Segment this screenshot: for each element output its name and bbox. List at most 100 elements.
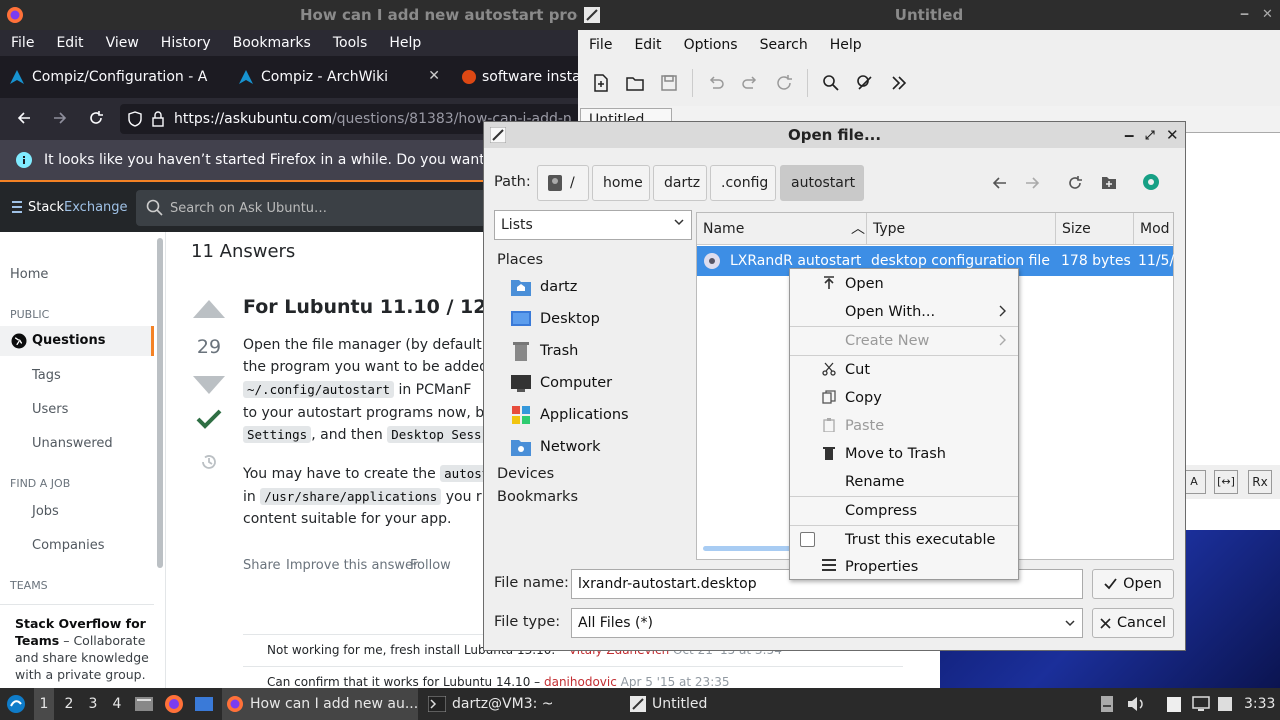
fp-menu-help[interactable]: Help <box>819 37 873 53</box>
column-size[interactable]: Size <box>1056 213 1134 245</box>
horizontal-scrollbar[interactable] <box>703 546 793 551</box>
column-name[interactable]: Name ︿ <box>697 213 867 245</box>
cancel-button[interactable]: Cancel <box>1092 608 1174 638</box>
shield-icon[interactable] <box>128 111 142 127</box>
menu-item-copy[interactable]: Copy <box>790 384 1018 412</box>
task-featherpad[interactable]: Untitled <box>626 688 822 720</box>
column-modified[interactable]: Mod <box>1134 213 1173 245</box>
firefox-launcher[interactable] <box>164 688 184 720</box>
menu-item-trust-executable[interactable]: Trust this executable <box>790 526 1018 554</box>
desktop-switcher-1[interactable]: 1 <box>34 688 54 720</box>
back-arrow-icon[interactable] <box>16 110 32 126</box>
sidebar-item-home[interactable]: Home <box>10 267 48 282</box>
desktop-switcher-3[interactable]: 3 <box>84 688 102 720</box>
place-computer[interactable]: Computer <box>510 373 612 393</box>
clock[interactable]: 3:33 <box>1244 688 1275 720</box>
crumb-root[interactable]: / <box>537 165 589 201</box>
crumb-config[interactable]: .config <box>710 165 776 201</box>
fp-menu-file[interactable]: File <box>578 37 623 53</box>
desktop-switcher-2[interactable]: 2 <box>60 688 78 720</box>
reload-icon[interactable] <box>88 110 104 126</box>
crumb-autostart[interactable]: autostart <box>780 165 864 201</box>
menu-bookmarks[interactable]: Bookmarks <box>222 35 322 51</box>
whole-word-icon[interactable]: [↔] <box>1214 470 1238 494</box>
menu-item-open[interactable]: Open <box>790 270 1018 298</box>
stackexchange-logo[interactable]: StackExchange <box>28 200 128 215</box>
menu-item-compress[interactable]: Compress <box>790 497 1018 525</box>
place-trash[interactable]: Trash <box>510 341 578 361</box>
file-type-select[interactable]: All Files (*) <box>571 608 1083 638</box>
network-tray[interactable] <box>1192 688 1210 720</box>
minimize-icon[interactable]: ‒ <box>1124 122 1134 148</box>
find-icon[interactable] <box>816 68 846 98</box>
more-chevron-icon[interactable] <box>884 68 914 98</box>
shutdown-tray[interactable] <box>1218 688 1232 720</box>
sidebar-scrollbar[interactable] <box>157 238 163 568</box>
fp-menu-search[interactable]: Search <box>749 37 819 53</box>
lock-icon[interactable] <box>152 111 164 127</box>
place-dartz[interactable]: dartz <box>510 277 577 297</box>
close-icon[interactable]: ✕ <box>1262 0 1273 30</box>
place-applications[interactable]: Applications <box>510 405 629 425</box>
close-icon[interactable]: ✕ <box>1166 122 1179 148</box>
regex-icon[interactable]: Rx <box>1248 470 1272 494</box>
place-network[interactable]: Network <box>510 437 601 457</box>
sidebar-item-users[interactable]: Users <box>32 402 68 417</box>
menu-edit[interactable]: Edit <box>45 35 94 51</box>
follow-link[interactable]: Follow <box>410 558 451 573</box>
improve-answer-link[interactable]: Improve this answer <box>286 558 418 573</box>
new-folder-icon[interactable] <box>1101 175 1117 190</box>
menu-item-rename[interactable]: Rename <box>790 468 1018 496</box>
crumb-home[interactable]: home <box>592 165 650 201</box>
crumb-dartz[interactable]: dartz <box>653 165 707 201</box>
maximize-icon[interactable]: ⤢ <box>1145 122 1155 148</box>
place-desktop[interactable]: Desktop <box>510 309 600 329</box>
tab-compiz-archwiki[interactable]: Compiz - ArchWiki ✕ <box>225 56 450 98</box>
menu-item-open-with[interactable]: Open With... <box>790 298 1018 326</box>
sidebar-item-jobs[interactable]: Jobs <box>32 504 59 519</box>
menu-file[interactable]: File <box>0 35 45 51</box>
view-options-icon[interactable] <box>1141 172 1161 192</box>
reload-icon[interactable] <box>1067 175 1083 191</box>
menu-item-properties[interactable]: Properties <box>790 553 1018 581</box>
menu-history[interactable]: History <box>150 35 222 51</box>
new-file-icon[interactable] <box>586 68 616 98</box>
upvote-arrow-icon[interactable] <box>193 300 225 318</box>
history-icon[interactable] <box>199 452 219 472</box>
sidebar-item-companies[interactable]: Companies <box>32 538 105 553</box>
task-firefox[interactable]: How can I add new au... <box>222 688 418 720</box>
comment-user-link[interactable]: danihodovic <box>544 675 617 689</box>
show-desktop-launcher[interactable] <box>194 688 214 720</box>
fp-menu-options[interactable]: Options <box>673 37 749 53</box>
tab-compiz-configuration[interactable]: Compiz/Configuration - A <box>0 56 225 98</box>
menu-tools[interactable]: Tools <box>322 35 379 51</box>
downvote-arrow-icon[interactable] <box>193 376 225 394</box>
menu-help[interactable]: Help <box>378 35 432 51</box>
column-type[interactable]: Type <box>867 213 1056 245</box>
menu-item-create-new[interactable]: Create New <box>790 327 1018 355</box>
places-view-combo[interactable]: Lists <box>494 210 692 240</box>
menu-item-move-to-trash[interactable]: Move to Trash <box>790 440 1018 468</box>
menu-view[interactable]: View <box>95 35 150 51</box>
menu-icon[interactable] <box>12 201 22 213</box>
sidebar-item-unanswered[interactable]: Unanswered <box>32 436 113 451</box>
clipboard-tray[interactable] <box>1166 688 1182 720</box>
task-terminal[interactable]: dartz@VM3: ~ <box>424 688 620 720</box>
find-replace-icon[interactable] <box>850 68 880 98</box>
back-arrow-icon[interactable] <box>991 176 1007 190</box>
file-manager-launcher[interactable] <box>134 688 154 720</box>
sidebar-item-tags[interactable]: Tags <box>32 368 61 383</box>
fp-menu-edit[interactable]: Edit <box>623 37 672 53</box>
desktop-switcher-4[interactable]: 4 <box>108 688 126 720</box>
share-link[interactable]: Share <box>243 558 281 573</box>
save-icon[interactable] <box>654 68 684 98</box>
redo-icon[interactable] <box>735 68 765 98</box>
tab-software-install[interactable]: software insta <box>450 56 580 98</box>
open-button[interactable]: Open <box>1092 569 1174 599</box>
open-folder-icon[interactable] <box>620 68 650 98</box>
start-menu-button[interactable] <box>6 688 26 720</box>
minimize-icon[interactable]: ‒ <box>1240 0 1249 30</box>
trust-checkbox[interactable] <box>800 532 815 547</box>
reload-icon[interactable] <box>769 68 799 98</box>
close-tab-icon[interactable]: ✕ <box>428 68 440 84</box>
